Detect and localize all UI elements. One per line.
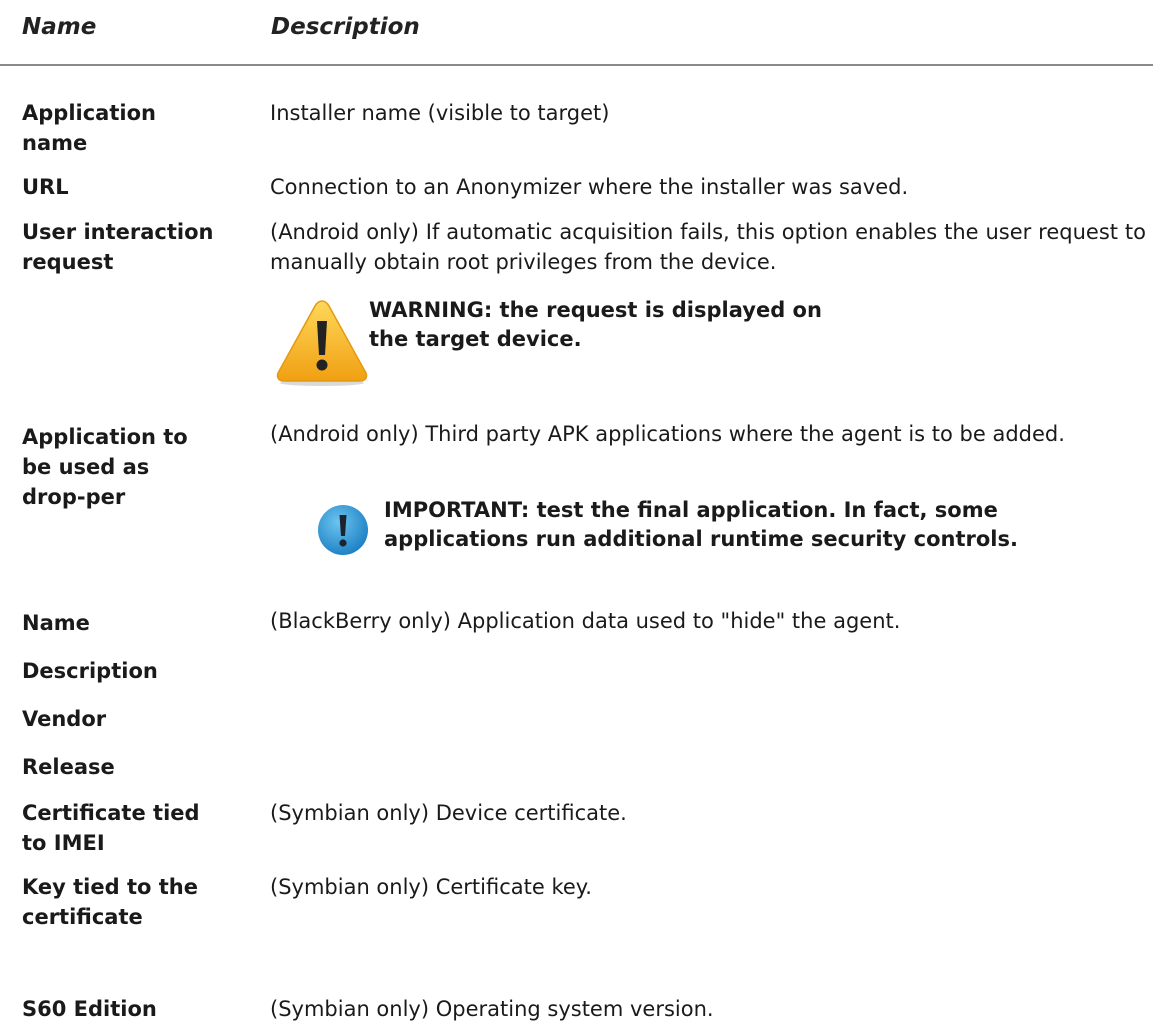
column-header-name: Name [22,14,97,40]
description-application-name: Installer name (visible to target) [270,101,610,125]
term-url: URL [22,175,69,199]
term-key-certificate: Key tied to the certificate [22,875,198,929]
exclamation-circle-icon [316,503,370,557]
description-application-dropper: (Android only) Third party APK applicati… [270,422,1065,446]
term-user-interaction-request: User interaction request [22,220,214,274]
term-release: Release [22,755,115,779]
description-user-interaction-request: (Android only) If automatic acquisition … [270,220,1146,274]
term-s60-edition: S60 Edition [22,997,157,1021]
description-name: (BlackBerry only) Application data used … [270,609,901,633]
term-application-dropper: Application to be used as drop-per [22,425,188,509]
warning-note-text: WARNING: the request is displayed on the… [369,298,822,351]
description-certificate-imei: (Symbian only) Device certificate. [270,801,627,825]
description-url: Connection to an Anonymizer where the in… [270,175,909,199]
document-page: Name Description Application name Instal… [0,0,1153,1035]
description-key-certificate: (Symbian only) Certificate key. [270,875,592,899]
term-vendor: Vendor [22,707,107,731]
term-certificate-imei: Certificate tied to IMEI [22,801,200,855]
term-name: Name [22,611,90,635]
description-s60-edition: (Symbian only) Operating system version. [270,997,714,1021]
warning-triangle-icon [274,297,370,387]
important-note-text: IMPORTANT: test the final application. I… [384,498,1018,551]
term-description: Description [22,659,158,683]
term-application-name: Application name [22,101,156,155]
header-divider [0,64,1153,66]
column-header-description: Description [271,14,420,40]
